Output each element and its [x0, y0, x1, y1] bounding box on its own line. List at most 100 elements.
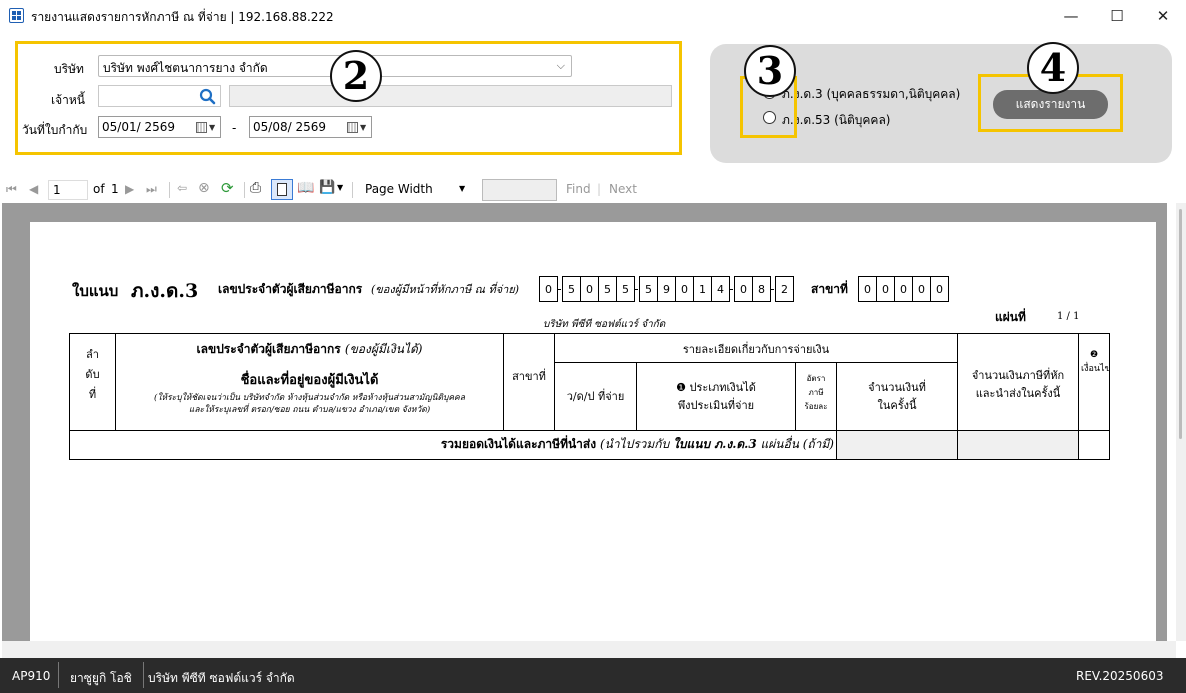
col-amount-paid: จำนวนเงินที่ ในครั้งนี้ [868, 381, 926, 412]
date-to-value: 05/08/ 2569 [253, 120, 326, 134]
close-button[interactable]: ✕ [1140, 0, 1186, 32]
col-payment-details: รายละเอียดเกี่ยวกับการจ่ายเงิน [682, 343, 830, 356]
total-label: รวมยอดเงินได้และภาษีที่นำส่ง [440, 437, 597, 451]
form-name: ภ.ง.ด.3 [131, 280, 199, 302]
col-tax-withheld: จำนวนเงินภาษีที่หัก และนำส่งในครั้งนี้ [971, 369, 1065, 400]
taxid-note: (ของผู้มีหน้าที่หักภาษี ณ ที่จ่าย) [371, 283, 520, 296]
zoom-select[interactable]: Page Width ▼ [361, 180, 471, 200]
chevron-down-icon: ⌵ [556, 59, 565, 72]
find-input[interactable] [482, 179, 557, 201]
branch-digit: 0 [894, 276, 913, 302]
date-from-picker[interactable]: 05/01/ 2569 ▼ [98, 116, 221, 138]
last-page-icon[interactable]: ⏭ [146, 182, 157, 197]
status-bar: AP910 ยาซูยูกิ โอชิ บริษัท พีซีที ซอฟต์แ… [0, 658, 1186, 693]
prev-page-icon[interactable]: ◀ [29, 182, 38, 196]
creditor-label: เจ้าหนี้ [51, 93, 85, 107]
taxid-dash [771, 289, 774, 290]
page-number-input[interactable]: 1 [48, 180, 88, 200]
back-icon[interactable]: ⇦ [177, 181, 187, 195]
branch-digit: 0 [876, 276, 895, 302]
invoice-date-label: วันที่ใบกำกับ [22, 123, 88, 137]
calendar-icon[interactable]: ▼ [196, 120, 218, 134]
taxid-digit: 4 [711, 276, 730, 302]
taxid-digit: 5 [639, 276, 658, 302]
export-icon[interactable]: 💾 [319, 180, 335, 195]
creditor-code-input[interactable] [98, 85, 221, 107]
col-tax-rate: อัตรา ภาษี ร้อยละ [804, 374, 828, 411]
annotation-2: 2 [330, 50, 382, 102]
report-table: ลำ ดับ ที่ เลขประจำตัวผู้เสียภาษีอากร (ข… [69, 333, 1111, 460]
date-to-picker[interactable]: 05/08/ 2569 ▼ [249, 116, 372, 138]
status-company: บริษัท พีซีที ซอฟต์แวร์ จำกัด [148, 671, 295, 685]
col-seq: ลำ ดับ ที่ [85, 348, 100, 401]
stop-icon[interactable]: ⊗ [198, 180, 210, 196]
sheet-label: แผ่นที่ [995, 310, 1026, 324]
export-dropdown-icon[interactable]: ▼ [337, 183, 343, 192]
radio-pnd3-label: ภ.ง.ด.3 (บุคคลธรรมดา,นิติบุคคล) [782, 87, 961, 101]
window-title: รายงานแสดงรายการหักภาษี ณ ที่จ่าย | 192.… [31, 10, 334, 24]
creditor-name-display [229, 85, 672, 107]
total-tax-cell [958, 431, 1078, 459]
horizontal-scrollbar[interactable] [2, 641, 1176, 658]
taxid-digit: 5 [598, 276, 617, 302]
report-company-name: บริษัท พีซีที ซอฟต์แวร์ จำกัด [543, 319, 666, 330]
print-layout-icon[interactable] [271, 179, 293, 200]
taxid-label: เลขประจำตัวผู้เสียภาษีอากร [218, 282, 363, 296]
col-pay-date: ว/ด/ป ที่จ่าย [566, 390, 625, 403]
taxid-digit: 0 [580, 276, 599, 302]
branch-digit: 0 [858, 276, 877, 302]
attachment-label: ใบแนบ [72, 282, 119, 300]
total-note-tail: แผ่นอื่น (ถ้ามี) [760, 437, 834, 451]
annotation-3: 3 [744, 45, 796, 97]
vertical-scrollbar[interactable] [1176, 203, 1186, 641]
next-link[interactable]: Next [609, 182, 637, 196]
program-code: AP910 [12, 669, 51, 683]
page-setup-icon[interactable]: 📖 [297, 180, 314, 196]
total-note: (นำไปรวมกับ [599, 437, 670, 451]
title-bar: รายงานแสดงรายการหักภาษี ณ ที่จ่าย | 192.… [0, 0, 1186, 32]
page-of-label: of [93, 182, 105, 196]
user-name: ยาซูยูกิ โอชิ [70, 671, 132, 685]
col-payee-instructions: (ให้ระบุให้ชัดเจนว่าเป็น บริษัทจำกัด ห้า… [154, 393, 465, 415]
page-total: 1 [111, 182, 119, 196]
taxid-digit: 5 [562, 276, 581, 302]
minimize-button[interactable]: — [1048, 0, 1094, 32]
total-note-form: ใบแนบ ภ.ง.ด.3 [673, 437, 757, 451]
col-income-type: ❶ ประเภทเงินได้ พึงประเมินที่จ่าย [676, 381, 756, 412]
refresh-icon[interactable]: ⟳ [221, 179, 234, 197]
date-from-value: 05/01/ 2569 [102, 120, 175, 134]
company-select-value: บริษัท พงศ์ไชตนาการยาง จำกัด [103, 61, 268, 75]
branch-digit: 0 [912, 276, 931, 302]
col-condition: ❷ เงื่อนไข [1081, 350, 1111, 374]
maximize-button[interactable]: ☐ [1094, 0, 1140, 32]
taxid-digit: 0 [734, 276, 753, 302]
date-separator: - [232, 121, 237, 135]
taxid-digit: 0 [539, 276, 558, 302]
app-icon [9, 8, 24, 23]
taxid-digit: 0 [675, 276, 694, 302]
taxid-dash [730, 289, 733, 290]
first-page-icon[interactable]: ⏮ [6, 182, 17, 197]
company-label: บริษัท [54, 62, 84, 76]
col-payee-taxid-note: (ของผู้มีเงินได้) [344, 342, 423, 356]
sheet-value: 1 / 1 [1057, 311, 1080, 322]
search-icon[interactable] [199, 88, 216, 105]
next-page-icon[interactable]: ▶ [125, 182, 134, 196]
taxid-digit: 1 [693, 276, 712, 302]
total-amount-cell [837, 431, 957, 459]
print-icon[interactable]: ⎙ [250, 180, 261, 196]
annotation-4: 4 [1027, 42, 1079, 94]
taxid-dash [558, 289, 561, 290]
taxid-digit: 5 [616, 276, 635, 302]
find-link[interactable]: Find [566, 182, 591, 196]
col-branch: สาขาที่ [512, 370, 546, 383]
calendar-icon[interactable]: ▼ [347, 120, 369, 134]
taxid-digit: 8 [752, 276, 771, 302]
branch-digit: 0 [930, 276, 949, 302]
taxid-dash [635, 289, 638, 290]
chevron-down-icon: ▼ [459, 184, 466, 193]
col-payee-name: ชื่อและที่อยู่ของผู้มีเงินได้ [240, 373, 379, 388]
radio-pnd53-label: ภ.ง.ด.53 (นิติบุคคล) [782, 113, 891, 127]
show-report-button[interactable]: แสดงรายงาน [993, 90, 1108, 119]
taxid-digit: 9 [657, 276, 676, 302]
